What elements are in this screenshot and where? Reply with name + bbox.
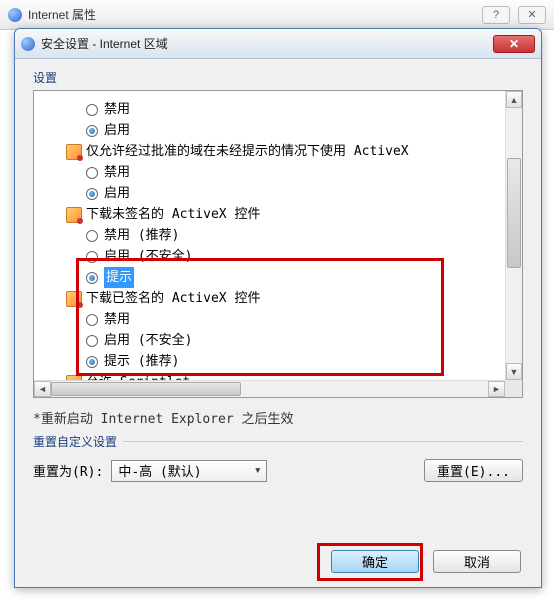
tree-radio-option[interactable]: 提示 (推荐) [42,351,518,372]
tree-radio-option[interactable]: 禁用 [42,309,518,330]
dialog-title: 安全设置 - Internet 区域 [41,35,168,52]
horizontal-scrollbar[interactable]: ◄ ► [34,380,505,397]
tree-radio-option[interactable]: 启用 (不安全) [42,246,518,267]
reset-button[interactable]: 重置(E)... [424,459,523,482]
dialog-titlebar[interactable]: 安全设置 - Internet 区域 ✕ [15,29,541,59]
tree-header: 下载未签名的 ActiveX 控件 [42,204,518,225]
activex-icon [66,207,82,223]
radio-label: 启用 (不安全) [104,246,192,267]
radio-label: 禁用 [104,162,130,183]
tree-header: 仅允许经过批准的域在未经提示的情况下使用 ActiveX [42,141,518,162]
settings-label: 设置 [33,69,523,86]
tree-radio-option[interactable]: 启用 (不安全) [42,330,518,351]
radio-label: 启用 [104,183,130,204]
radio-label: 启用 [104,120,130,141]
parent-window-titlebar: Internet 属性 ? ✕ [0,0,554,30]
activex-icon [66,144,82,160]
tree-header-label: 下载未签名的 ActiveX 控件 [86,204,260,225]
radio-icon[interactable] [86,230,98,242]
vertical-scrollbar[interactable]: ▲ ▼ [505,91,522,380]
radio-label: 禁用 [104,99,130,120]
radio-icon[interactable] [86,188,98,200]
tree-radio-option[interactable]: 启用 [42,120,518,141]
scroll-corner [505,380,522,397]
activex-icon [66,291,82,307]
parent-close-button[interactable]: ✕ [518,6,546,24]
help-button[interactable]: ? [482,6,510,24]
scroll-down-arrow-icon[interactable]: ▼ [506,363,522,380]
radio-icon[interactable] [86,356,98,368]
reset-level-combo[interactable]: 中-高 (默认) [111,460,266,482]
radio-label: 提示 (推荐) [104,351,179,372]
reset-to-label: 重置为(R): [33,461,103,480]
tree-header-label: 仅允许经过批准的域在未经提示的情况下使用 ActiveX [86,141,409,162]
tree-radio-option[interactable]: 禁用 [42,99,518,120]
parent-window-title: Internet 属性 [28,6,96,23]
radio-label: 提示 [104,267,134,288]
reset-level-value: 中-高 (默认) [118,461,201,480]
security-settings-dialog: 安全设置 - Internet 区域 ✕ 设置 禁用启用仅允许经过批准的域在未经… [14,28,542,588]
restart-note: *重新启动 Internet Explorer 之后生效 [33,408,523,427]
radio-icon[interactable] [86,314,98,326]
scroll-left-arrow-icon[interactable]: ◄ [34,381,51,397]
hscroll-thumb[interactable] [51,382,241,396]
radio-icon[interactable] [86,104,98,116]
reset-group-label: 重置自定义设置 [33,433,123,450]
ok-button[interactable]: 确定 [331,550,419,573]
settings-tree[interactable]: 禁用启用仅允许经过批准的域在未经提示的情况下使用 ActiveX禁用启用下载未签… [33,90,523,398]
scroll-right-arrow-icon[interactable]: ► [488,381,505,397]
tree-radio-option[interactable]: 禁用 (推荐) [42,225,518,246]
tree-header: 下载已签名的 ActiveX 控件 [42,288,518,309]
scroll-up-arrow-icon[interactable]: ▲ [506,91,522,108]
reset-group: 重置自定义设置 重置为(R): 中-高 (默认) 重置(E)... [33,441,523,482]
vscroll-thumb[interactable] [507,158,521,268]
tree-header-label: 下载已签名的 ActiveX 控件 [86,288,260,309]
globe-icon [21,37,35,51]
tree-radio-option[interactable]: 启用 [42,183,518,204]
radio-icon[interactable] [86,335,98,347]
radio-label: 禁用 [104,309,130,330]
radio-label: 禁用 (推荐) [104,225,179,246]
radio-icon[interactable] [86,272,98,284]
close-button[interactable]: ✕ [493,35,535,53]
radio-icon[interactable] [86,125,98,137]
tree-radio-option[interactable]: 禁用 [42,162,518,183]
radio-icon[interactable] [86,251,98,263]
radio-label: 启用 (不安全) [104,330,192,351]
tree-radio-option[interactable]: 提示 [42,267,518,288]
radio-icon[interactable] [86,167,98,179]
cancel-button[interactable]: 取消 [433,550,521,573]
globe-icon [8,8,22,22]
